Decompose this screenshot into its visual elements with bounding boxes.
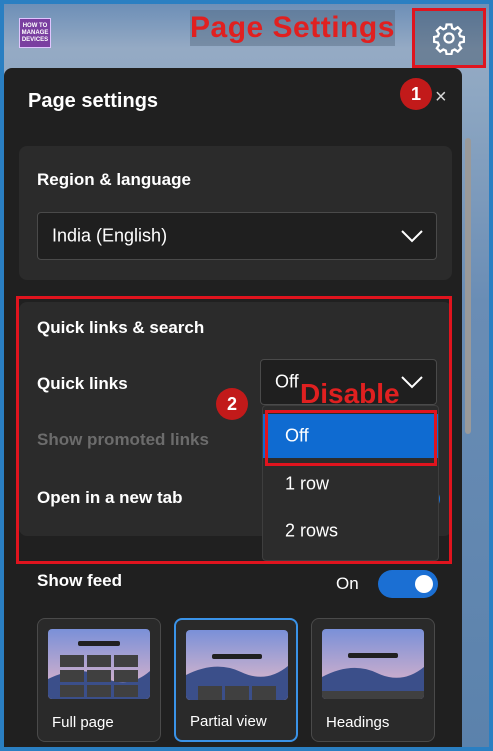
- site-logo: HOW TO MANAGE DEVICES: [19, 18, 51, 48]
- layout-thumbnail: [322, 629, 424, 699]
- show-feed-label: Show feed: [37, 571, 123, 590]
- layout-card-full-page[interactable]: Full page: [37, 618, 161, 742]
- layout-card-partial-view[interactable]: Partial view: [174, 618, 298, 742]
- region-language-label: Region & language: [37, 170, 191, 189]
- layout-caption: Partial view: [190, 713, 267, 730]
- chevron-down-icon: [401, 230, 423, 243]
- layout-thumbnail: [186, 630, 288, 700]
- layout-caption: Full page: [52, 714, 114, 731]
- page-settings-button[interactable]: [412, 8, 486, 68]
- region-language-section: Region & language India (English): [19, 146, 452, 280]
- close-icon[interactable]: ×: [435, 86, 447, 109]
- region-select[interactable]: India (English): [37, 212, 437, 260]
- layout-caption: Headings: [326, 714, 390, 731]
- browser-background: HOW TO MANAGE DEVICES Page Settings Page…: [4, 4, 489, 747]
- annotation-page-settings: Page Settings: [190, 10, 395, 46]
- gear-icon: [432, 23, 466, 55]
- logo-text: HOW TO MANAGE DEVICES: [21, 22, 49, 43]
- region-value: India (English): [52, 225, 168, 246]
- step-badge-2: 2: [216, 388, 248, 420]
- layout-card-headings[interactable]: Headings: [311, 618, 435, 742]
- annotation-quick-links-highlight: [16, 296, 452, 564]
- panel-title: Page settings: [28, 90, 159, 112]
- screenshot: HOW TO MANAGE DEVICES Page Settings Page…: [0, 0, 493, 751]
- layout-thumbnail: [48, 629, 150, 699]
- annotation-disable: Disable: [300, 378, 400, 409]
- show-feed-toggle[interactable]: [378, 570, 438, 598]
- scrollbar[interactable]: [465, 138, 471, 434]
- step-badge-1: 1: [400, 78, 432, 110]
- toggle-knob: [415, 575, 433, 593]
- show-feed-state: On: [336, 574, 359, 593]
